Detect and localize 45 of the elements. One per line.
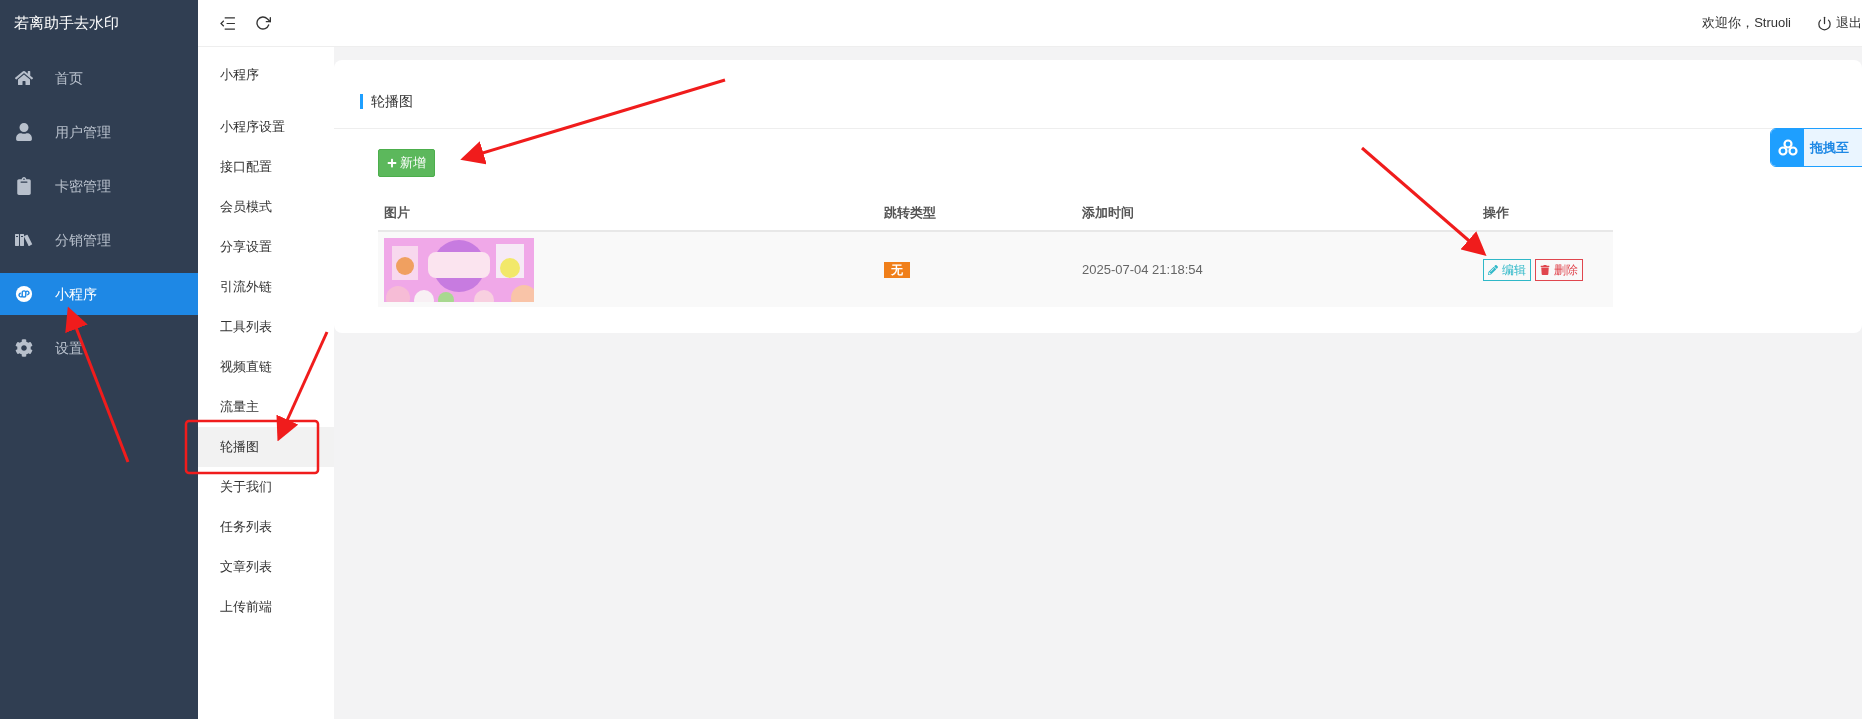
submenu-item[interactable]: 任务列表 [198, 507, 334, 547]
submenu-item[interactable]: 分享设置 [198, 227, 334, 267]
type-tag: 无 [884, 261, 910, 278]
column-header: 跳转类型 [878, 195, 1076, 231]
power-icon [1817, 15, 1832, 31]
submenu-item[interactable]: 流量主 [198, 387, 334, 427]
link-circle-icon [15, 285, 33, 303]
menu-fold-icon[interactable] [220, 16, 235, 30]
sidebar-item[interactable]: 用户管理 [0, 111, 198, 153]
column-header: 操作 [1477, 195, 1613, 231]
submenu-item[interactable]: 视频直链 [198, 347, 334, 387]
clipboard-icon [15, 177, 33, 195]
submenu-item[interactable]: 轮播图 [198, 427, 334, 467]
card-title: 轮播图 [371, 92, 413, 111]
submenu-item[interactable]: 文章列表 [198, 547, 334, 587]
submenu-item[interactable]: 会员模式 [198, 187, 334, 227]
column-header: 添加时间 [1076, 195, 1477, 231]
cloud-icon [1777, 138, 1798, 157]
drop-label: 拖拽至 [1810, 138, 1849, 157]
plus-icon [387, 158, 397, 168]
submenu-item[interactable]: 引流外链 [198, 267, 334, 307]
trash-icon [1540, 264, 1550, 275]
app-title: 若离助手去水印 [14, 13, 119, 34]
submenu-title: 小程序 [219, 66, 260, 84]
delete-button[interactable]: 删除 [1535, 258, 1583, 281]
user-icon [15, 123, 33, 141]
submenu-item[interactable]: 上传前端 [198, 587, 334, 627]
submenu-item[interactable]: 工具列表 [198, 307, 334, 347]
logout-button[interactable]: 退出 [1817, 13, 1862, 33]
submenu-item[interactable]: 接口配置 [198, 147, 334, 187]
sidebar-item[interactable]: 分销管理 [0, 219, 198, 261]
sidebar-item[interactable]: 设置 [0, 327, 198, 369]
welcome-text: 欢迎你，Struoli [1702, 14, 1791, 33]
sidebar-item[interactable]: 首页 [0, 57, 198, 99]
refresh-icon[interactable] [255, 15, 271, 31]
home-icon [15, 69, 33, 87]
submenu-item[interactable]: 关于我们 [198, 467, 334, 507]
sidebar-item[interactable]: 卡密管理 [0, 165, 198, 207]
pencil-icon [1488, 264, 1498, 275]
books-icon [15, 231, 33, 249]
submenu-item[interactable]: 小程序设置 [198, 107, 334, 147]
settings-icon [15, 339, 33, 357]
column-header: 图片 [378, 195, 878, 231]
sidebar-item[interactable]: 小程序 [0, 273, 198, 315]
table-cell: 2025-07-04 21:18:54 [1076, 231, 1477, 307]
